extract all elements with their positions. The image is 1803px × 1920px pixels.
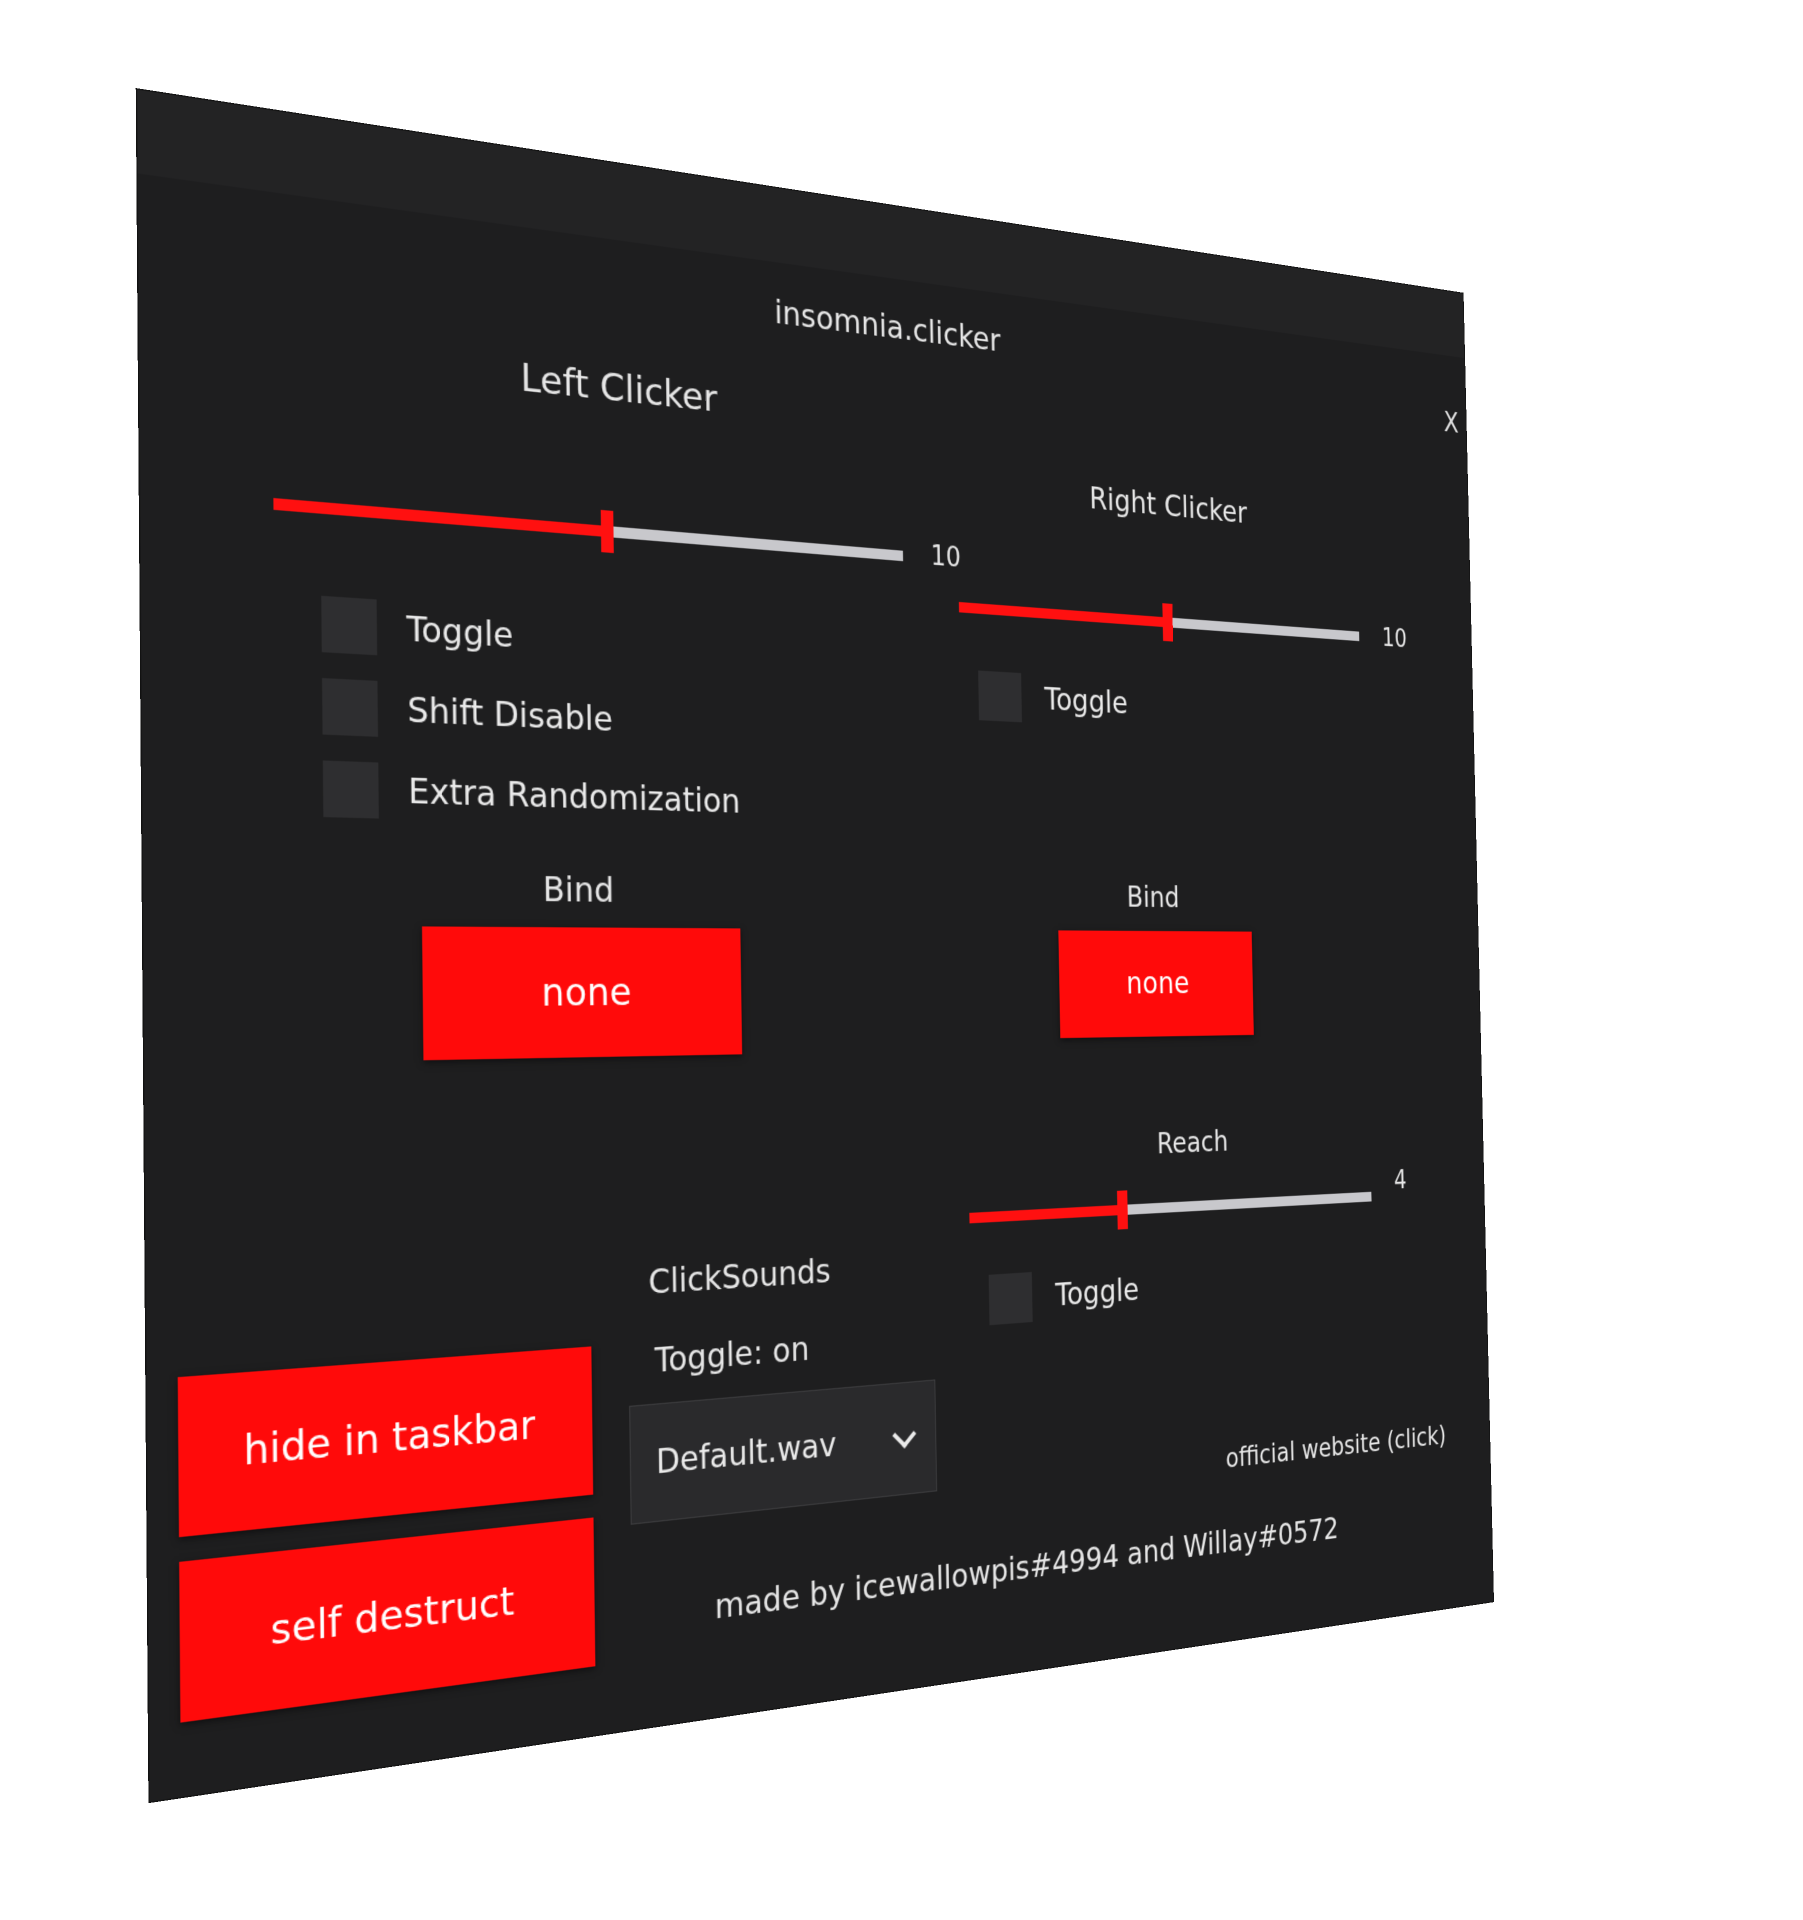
shift-disable-row[interactable]: Shift Disable <box>322 678 613 746</box>
click-sound-dropdown[interactable]: Default.wav <box>629 1379 938 1525</box>
left-bind-label: Bind <box>542 870 615 911</box>
left-slider-thumb[interactable] <box>600 509 614 554</box>
right-clicker-title: Right Clicker <box>1089 480 1248 531</box>
right-slider-fill <box>958 601 1168 628</box>
right-slider-value: 10 <box>1381 623 1408 654</box>
stage: insomnia.clicker X Left Clicker 10 Toggl… <box>0 0 1803 1920</box>
click-sounds-title: ClickSounds <box>648 1252 831 1303</box>
reach-slider[interactable] <box>969 1190 1372 1230</box>
right-clicker-cps-slider[interactable] <box>958 601 1360 642</box>
official-website-link[interactable]: official website (click) <box>1225 1421 1446 1474</box>
right-bind-label: Bind <box>1126 880 1180 915</box>
reach-toggle-label: Toggle <box>1054 1271 1140 1314</box>
right-toggle-checkbox[interactable] <box>978 670 1022 723</box>
left-toggle-row[interactable]: Toggle <box>321 595 514 663</box>
left-toggle-checkbox[interactable] <box>321 595 378 656</box>
credits-text: made by icewallowpis#4994 and Willay#057… <box>714 1511 1339 1628</box>
left-toggle-label: Toggle <box>406 608 514 656</box>
click-sound-selected: Default.wav <box>655 1426 837 1483</box>
self-destruct-button[interactable]: self destruct <box>179 1517 596 1723</box>
reach-slider-fill <box>969 1204 1123 1224</box>
left-clicker-cps-slider[interactable] <box>273 498 904 562</box>
hide-in-taskbar-button[interactable]: hide in taskbar <box>177 1346 594 1538</box>
extra-randomization-row[interactable]: Extra Randomization <box>322 760 741 828</box>
right-bind-button[interactable]: none <box>1058 930 1254 1039</box>
left-bind-button[interactable]: none <box>422 926 743 1061</box>
click-sounds-toggle[interactable]: Toggle: on <box>654 1330 809 1381</box>
close-button[interactable]: X <box>1443 406 1459 440</box>
shift-disable-label: Shift Disable <box>407 689 614 740</box>
extra-randomization-label: Extra Randomization <box>407 771 741 821</box>
right-toggle-row[interactable]: Toggle <box>978 670 1129 728</box>
extra-randomization-checkbox[interactable] <box>322 760 379 819</box>
app-window: insomnia.clicker X Left Clicker 10 Toggl… <box>136 89 1494 1802</box>
reach-toggle-row[interactable]: Toggle <box>988 1265 1140 1326</box>
left-slider-fill <box>273 498 608 538</box>
right-toggle-label: Toggle <box>1044 681 1129 722</box>
reach-title: Reach <box>1156 1124 1229 1161</box>
reach-slider-value: 4 <box>1393 1166 1407 1196</box>
right-slider-thumb[interactable] <box>1162 603 1174 642</box>
shift-disable-checkbox[interactable] <box>322 678 379 737</box>
left-slider-value: 10 <box>930 540 962 575</box>
reach-toggle-checkbox[interactable] <box>988 1272 1033 1326</box>
left-clicker-title: Left Clicker <box>520 355 718 422</box>
reach-slider-thumb[interactable] <box>1116 1190 1128 1230</box>
